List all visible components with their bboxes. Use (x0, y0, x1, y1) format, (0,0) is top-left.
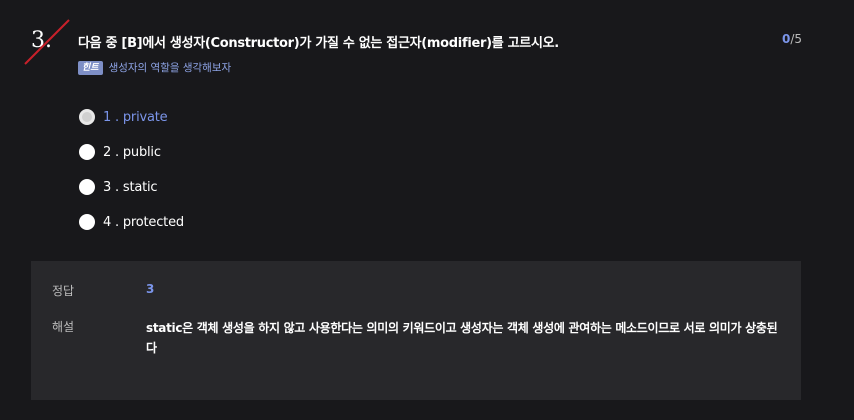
option-label: 2 . public (103, 144, 161, 160)
radio-button[interactable] (79, 179, 95, 195)
score-total: 5 (794, 32, 802, 46)
option-3[interactable]: 3 . static (79, 177, 184, 197)
option-2[interactable]: 2 . public (79, 142, 184, 162)
option-1[interactable]: 1 . private (79, 107, 184, 127)
option-4[interactable]: 4 . protected (79, 212, 184, 232)
radio-button[interactable] (79, 144, 95, 160)
option-label: 4 . protected (103, 214, 184, 230)
hint-badge: 힌트 (78, 60, 103, 75)
hint: 힌트 생성자의 역할을 생각해보자 (78, 60, 231, 75)
option-label: 1 . private (103, 109, 168, 125)
option-label: 3 . static (103, 179, 158, 195)
radio-button[interactable] (79, 109, 95, 125)
answer-row: 정답 3 (52, 282, 154, 299)
answer-key-label: 정답 (52, 284, 75, 298)
wrong-slash-icon (24, 19, 70, 65)
explanation-text: static은 객체 생성을 하지 않고 사용한다는 의미의 키워드이고 생성자… (146, 321, 778, 355)
option-list: 1 . private 2 . public 3 . static 4 . pr… (79, 107, 184, 247)
explanation-row: 해설 static은 객체 생성을 하지 않고 사용한다는 의미의 키워드이고 … (52, 318, 778, 355)
radio-button[interactable] (79, 214, 95, 230)
explanation-key-label: 해설 (52, 320, 75, 334)
hint-text: 생성자의 역할을 생각해보자 (108, 62, 232, 74)
score: 0/5 (782, 32, 802, 46)
answer-value: 3 (146, 282, 155, 296)
answer-panel: 정답 3 해설 static은 객체 생성을 하지 않고 사용한다는 의미의 키… (31, 261, 801, 400)
question-title: 다음 중 [B]에서 생성자(Constructor)가 가질 수 없는 접근자… (78, 36, 559, 51)
